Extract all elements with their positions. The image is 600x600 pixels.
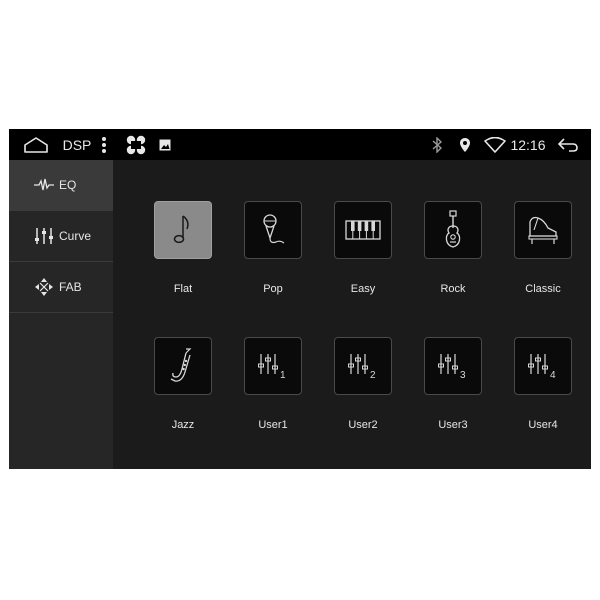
sidebar: EQ Curve FAB bbox=[9, 160, 113, 469]
sidebar-item-label: Curve bbox=[59, 229, 92, 243]
preset-pop[interactable]: Pop bbox=[233, 201, 313, 311]
keyboard-icon bbox=[345, 220, 381, 240]
preset-label: Flat bbox=[173, 283, 193, 295]
user-eq-badge: 1 bbox=[280, 370, 286, 380]
sidebar-item-label: EQ bbox=[59, 178, 77, 192]
preset-tile[interactable] bbox=[424, 201, 482, 259]
preset-label: Classic bbox=[525, 283, 561, 295]
clock: 12:16 bbox=[510, 136, 546, 153]
preset-label: User4 bbox=[528, 419, 558, 431]
head-unit-screen: DSP 12:16 EQ Curve FAB Flat Pop Easy Roc… bbox=[9, 129, 591, 469]
preset-tile[interactable]: 2 bbox=[334, 337, 392, 395]
status-bar: DSP 12:16 bbox=[9, 129, 591, 160]
preset-tile[interactable]: 3 bbox=[424, 337, 482, 395]
preset-tile[interactable] bbox=[334, 201, 392, 259]
preset-tile[interactable]: 4 bbox=[514, 337, 572, 395]
preset-label: User3 bbox=[438, 419, 468, 431]
guitar-icon bbox=[445, 210, 461, 248]
preset-label: Jazz bbox=[171, 419, 195, 431]
user-eq-badge: 2 bbox=[370, 370, 376, 380]
preset-classic[interactable]: Classic bbox=[503, 201, 583, 311]
preset-label: Easy bbox=[350, 283, 376, 295]
preset-tile[interactable] bbox=[154, 337, 212, 395]
preset-grid: Flat Pop Easy Rock Classic Jazz 1 User1 … bbox=[113, 160, 591, 469]
apps-icon[interactable] bbox=[123, 129, 149, 160]
user-eq-icon: 4 bbox=[528, 354, 556, 380]
eq-wave-icon bbox=[33, 174, 55, 196]
image-icon bbox=[157, 129, 173, 160]
preset-user1[interactable]: 1 User1 bbox=[233, 337, 313, 447]
sidebar-item-fab[interactable]: FAB bbox=[9, 262, 113, 313]
preset-label: Rock bbox=[440, 283, 466, 295]
more-vert-icon[interactable] bbox=[97, 129, 111, 160]
preset-rock[interactable]: Rock bbox=[413, 201, 493, 311]
preset-label: User2 bbox=[348, 419, 378, 431]
preset-user3[interactable]: 3 User3 bbox=[413, 337, 493, 447]
preset-jazz[interactable]: Jazz bbox=[143, 337, 223, 447]
microphone-icon bbox=[263, 214, 285, 244]
preset-label: User1 bbox=[258, 419, 288, 431]
preset-tile[interactable] bbox=[244, 201, 302, 259]
sidebar-item-curve[interactable]: Curve bbox=[9, 211, 113, 262]
back-icon[interactable] bbox=[555, 129, 581, 160]
user-eq-icon: 3 bbox=[438, 354, 466, 380]
location-icon bbox=[457, 129, 473, 160]
music-note-icon bbox=[173, 215, 189, 244]
sidebar-item-eq[interactable]: EQ bbox=[9, 160, 113, 211]
user-eq-badge: 3 bbox=[460, 370, 466, 380]
preset-flat[interactable]: Flat bbox=[143, 201, 223, 311]
saxophone-icon bbox=[170, 348, 192, 382]
preset-label: Pop bbox=[263, 283, 283, 295]
wifi-icon bbox=[483, 129, 507, 160]
fab-arrows-icon bbox=[33, 276, 55, 298]
home-icon[interactable] bbox=[21, 129, 51, 160]
curve-sliders-icon bbox=[33, 225, 55, 247]
user-eq-icon: 2 bbox=[348, 354, 376, 380]
piano-icon bbox=[528, 216, 558, 244]
preset-tile[interactable] bbox=[154, 201, 212, 259]
app-title: DSP bbox=[62, 136, 92, 153]
sidebar-item-label: FAB bbox=[59, 280, 82, 294]
user-eq-icon: 1 bbox=[258, 354, 286, 380]
bluetooth-icon bbox=[429, 129, 445, 160]
preset-tile[interactable] bbox=[514, 201, 572, 259]
user-eq-badge: 4 bbox=[550, 370, 556, 380]
preset-tile[interactable]: 1 bbox=[244, 337, 302, 395]
preset-user2[interactable]: 2 User2 bbox=[323, 337, 403, 447]
preset-easy[interactable]: Easy bbox=[323, 201, 403, 311]
preset-user4[interactable]: 4 User4 bbox=[503, 337, 583, 447]
